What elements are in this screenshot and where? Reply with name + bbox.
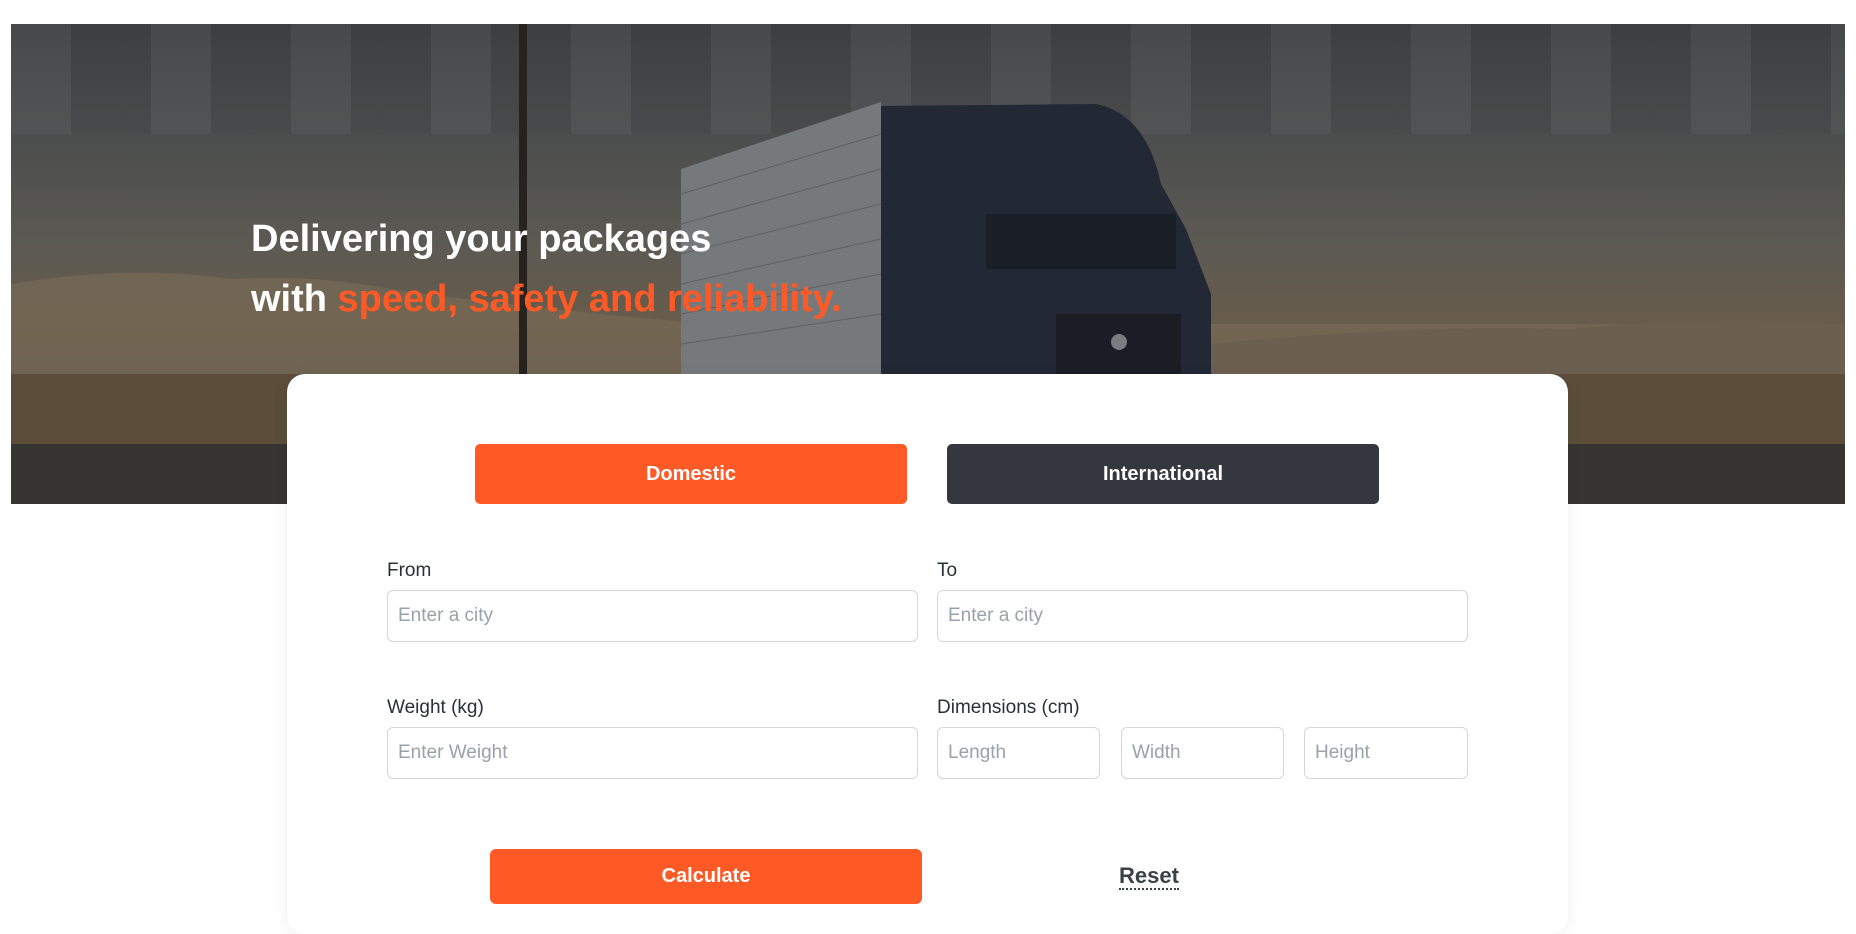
calculate-button[interactable]: Calculate [490, 849, 922, 904]
hero-headline: Delivering your packages with speed, saf… [251, 209, 842, 329]
height-input[interactable] [1304, 727, 1468, 779]
length-input[interactable] [937, 727, 1100, 779]
tab-domestic[interactable]: Domestic [475, 444, 907, 504]
weight-label: Weight (kg) [387, 697, 484, 718]
tab-international[interactable]: International [947, 444, 1379, 504]
reset-button[interactable]: Reset [1119, 864, 1179, 890]
to-input[interactable] [937, 590, 1468, 642]
weight-input[interactable] [387, 727, 918, 779]
shipping-calculator-card: Domestic International From To Weight (k… [287, 374, 1568, 934]
from-input[interactable] [387, 590, 918, 642]
hero-headline-accent: speed, safety and reliability. [337, 278, 842, 320]
hero-headline-line1: Delivering your packages [251, 218, 712, 260]
hero-headline-line2: with speed, safety and reliability. [251, 269, 842, 329]
to-label: To [937, 560, 958, 581]
from-label: From [387, 560, 432, 581]
width-input[interactable] [1121, 727, 1284, 779]
hero-headline-prefix: with [251, 278, 338, 320]
dimensions-label: Dimensions (cm) [937, 697, 1080, 718]
